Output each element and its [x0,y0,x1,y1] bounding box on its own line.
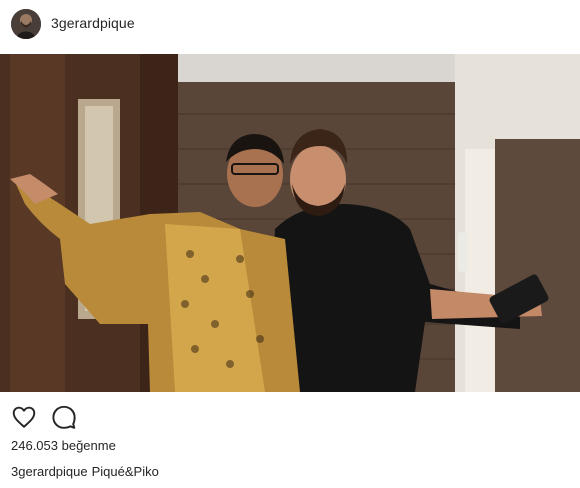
heart-icon[interactable] [11,404,37,430]
post-photo[interactable] [0,54,580,392]
caption-username[interactable]: 3gerardpique [11,464,88,479]
likes-count[interactable]: 246.053 beğenme [11,438,116,453]
username-link[interactable]: 3gerardpique [51,15,135,31]
caption-text: Piqué&Piko [91,464,159,479]
comment-icon[interactable] [51,404,77,430]
post-header: 3gerardpique [0,0,580,52]
avatar[interactable] [11,9,41,39]
caption: 3gerardpique Piqué&Piko [11,464,159,479]
action-bar [0,400,580,434]
